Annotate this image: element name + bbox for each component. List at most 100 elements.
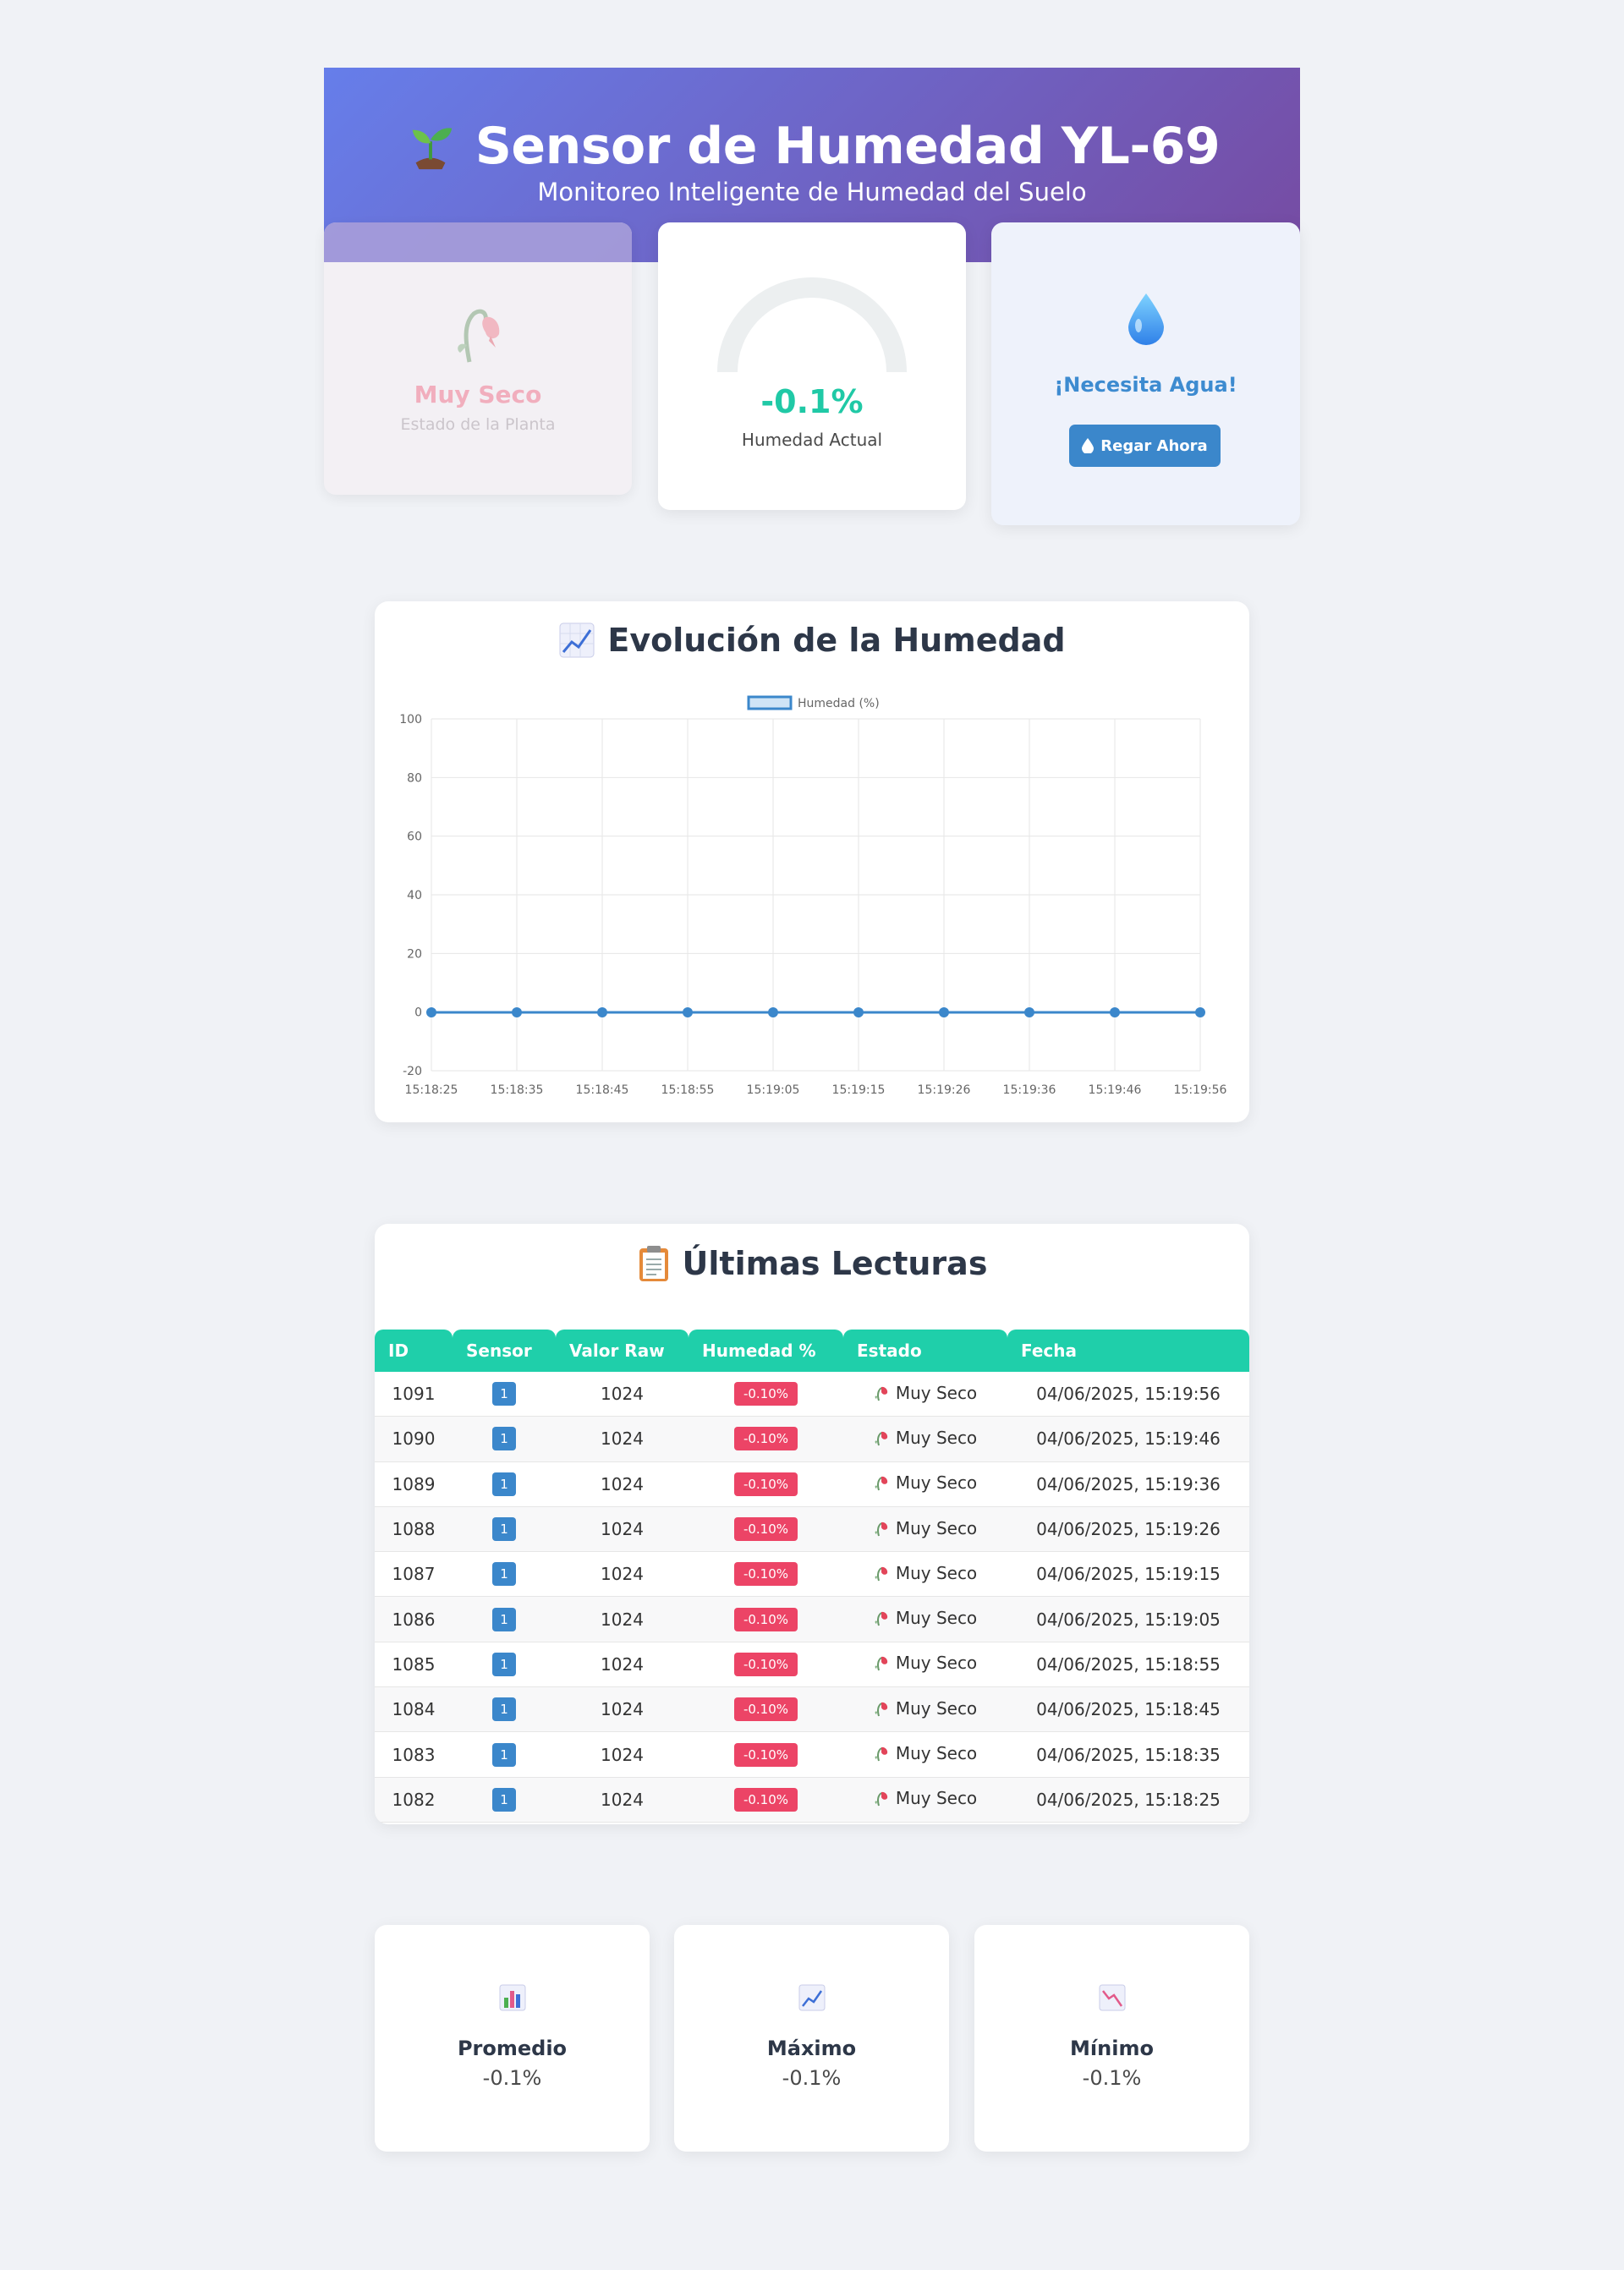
table-title: Últimas Lecturas [682,1245,988,1282]
cell-sensor: 1 [453,1506,556,1553]
data-point [512,1007,522,1018]
table-row: 1089 1 1024 -0.10% Muy Seco 04/06/2025, 15:19… [375,1462,1249,1507]
stat-card-max: Máximo -0.1% [674,1925,949,2152]
cell-id: 1088 [375,1506,453,1553]
y-tick-label: 0 [414,1006,422,1020]
water-alert-title: ¡Necesita Agua! [1054,373,1237,397]
water-now-button[interactable]: Regar Ahora [1069,425,1221,467]
sensor-badge: 1 [492,1562,516,1587]
cell-humidity: -0.10% [689,1732,843,1778]
humidity-badge: -0.10% [733,1427,798,1451]
cell-status: Muy Seco [843,1372,1007,1417]
sensor-badge: 1 [492,1697,516,1722]
cell-raw: 1024 [556,1687,689,1733]
cell-id: 1090 [375,1417,453,1462]
status-text: Muy Seco [895,1427,978,1448]
x-tick-label: 15:19:56 [1174,1083,1227,1097]
humidity-line-chart: Humedad (%) 100 80 60 40 20 0 -20 15:18:25 15:18:… [399,695,1227,1097]
cell-raw: 1024 [556,1506,689,1553]
stat-average-label: Promedio [457,2037,568,2060]
data-point [683,1007,693,1018]
col-header-id[interactable]: ID [375,1330,453,1372]
cell-sensor: 1 [453,1552,556,1598]
cell-status: Muy Seco [843,1417,1007,1462]
col-header-date[interactable]: Fecha [1007,1330,1249,1372]
cell-humidity: -0.10% [689,1552,843,1598]
cell-humidity: -0.10% [689,1372,843,1417]
wilted-flower-icon [875,1792,887,1807]
cell-raw: 1024 [556,1777,689,1823]
humidity-chart-panel: Evolución de la Humedad Humedad (%) 100 80… [375,601,1249,1122]
status-label: Muy Seco [874,1698,977,1719]
cell-humidity: -0.10% [689,1642,843,1688]
header-overlap [324,222,632,262]
cell-sensor: 1 [453,1372,556,1417]
status-label: Muy Seco [874,1518,977,1538]
cell-id: 1087 [375,1552,453,1598]
table-header-row: ID Sensor Valor Raw Humedad % Estado Fec… [375,1330,1249,1372]
cell-raw: 1024 [556,1417,689,1462]
droplet-icon [991,292,1300,349]
col-header-sensor[interactable]: Sensor [453,1330,556,1372]
table-row: 1086 1 1024 -0.10% Muy Seco 04/06/2025, 15:19… [375,1597,1249,1642]
table-row: 1091 1 1024 -0.10% Muy Seco 04/06/2025, 15:19… [375,1372,1249,1417]
sensor-badge: 1 [492,1427,516,1451]
data-point [853,1007,864,1018]
clipboard-icon [639,1246,668,1281]
y-tick-label: -20 [403,1065,422,1078]
cell-sensor: 1 [453,1462,556,1507]
sensor-badge: 1 [492,1652,516,1676]
stat-max-label: Máximo [766,2037,857,2060]
cell-date: 04/06/2025, 15:19:36 [1007,1462,1249,1507]
status-text: Muy Seco [895,1788,978,1809]
cell-status: Muy Seco [843,1777,1007,1823]
wilted-flower-icon [875,1477,887,1491]
status-text: Muy Seco [895,1743,978,1764]
sensor-badge: 1 [492,1382,516,1406]
cell-status: Muy Seco [843,1552,1007,1598]
cell-id: 1083 [375,1732,453,1778]
wilted-flower-icon [324,299,632,370]
table-row: 1082 1 1024 -0.10% Muy Seco 04/06/2025, 15:18… [375,1777,1249,1823]
plant-status-card: Muy Seco Estado de la Planta [324,222,632,495]
x-tick-label: 15:18:35 [491,1083,544,1097]
cell-status: Muy Seco [843,1506,1007,1553]
y-tick-label: 40 [407,889,422,902]
readings-table: ID Sensor Valor Raw Humedad % Estado Fec… [375,1330,1249,1823]
status-text: Muy Seco [895,1608,978,1629]
data-point [768,1007,778,1018]
sensor-badge: 1 [492,1517,516,1542]
status-text: Muy Seco [895,1472,978,1494]
humidity-label: Humedad Actual [741,430,883,450]
cell-status: Muy Seco [843,1642,1007,1688]
wilted-flower-icon [875,1746,887,1762]
water-now-button-label: Regar Ahora [1100,436,1208,455]
seedling-icon [412,128,452,170]
legend-label: Humedad (%) [798,697,880,710]
droplet-small-icon [1082,438,1095,453]
x-tick-label: 15:18:55 [661,1083,715,1097]
humidity-badge: -0.10% [733,1742,798,1767]
wilted-flower-icon [875,1522,887,1536]
cell-humidity: -0.10% [689,1417,843,1462]
humidity-badge: -0.10% [733,1517,798,1542]
cell-date: 04/06/2025, 15:19:56 [1007,1372,1249,1417]
cell-date: 04/06/2025, 15:19:46 [1007,1417,1249,1462]
status-text: Muy Seco [895,1653,978,1674]
cell-raw: 1024 [556,1597,689,1642]
chart-decreasing-icon [974,1984,1249,2015]
cell-date: 04/06/2025, 15:19:15 [1007,1552,1249,1598]
data-point [426,1007,436,1018]
readings-table-panel: Últimas Lecturas ID Sensor Valor Raw Hum… [375,1224,1249,1824]
cell-id: 1089 [375,1462,453,1507]
cell-humidity: -0.10% [689,1777,843,1823]
page-subtitle: Monitoreo Inteligente de Humedad del Sue… [537,178,1087,206]
col-header-status[interactable]: Estado [843,1330,1007,1372]
x-tick-label: 15:19:46 [1089,1083,1142,1097]
stat-max-value: -0.1% [782,2066,842,2090]
humidity-badge: -0.10% [733,1607,798,1631]
col-header-raw[interactable]: Valor Raw [556,1330,689,1372]
cell-date: 04/06/2025, 15:18:45 [1007,1687,1249,1733]
col-header-humidity[interactable]: Humedad % [689,1330,843,1372]
plant-status-subtitle: Estado de la Planta [400,415,556,434]
